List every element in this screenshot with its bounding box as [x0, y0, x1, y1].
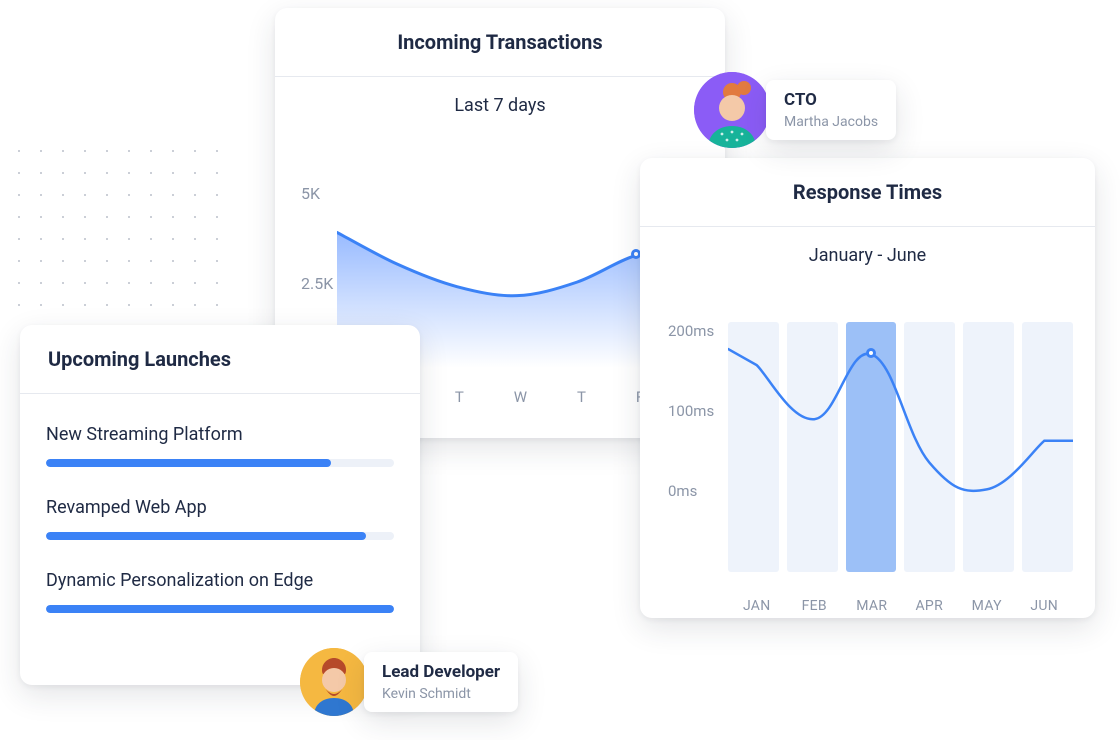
launch-progress-fill [46, 459, 331, 467]
launch-name: New Streaming Platform [46, 424, 394, 445]
person-badge-dev: Lead Developer Kevin Schmidt [300, 648, 518, 716]
launch-item: Dynamic Personalization on Edge [46, 558, 394, 631]
response-ytick-0: 0ms [668, 482, 714, 500]
launch-progress [46, 532, 394, 540]
incoming-ytick-5k: 5K [301, 184, 320, 203]
card-response-times: Response Times January - June 200ms 100m… [640, 158, 1095, 618]
response-chart: 200ms 100ms 0ms JANFEBMARAPRMAYJUN [640, 274, 1095, 618]
response-xlabel: APR [901, 598, 959, 614]
launch-item: New Streaming Platform [46, 412, 394, 485]
avatar-cto-illustration [694, 72, 770, 148]
incoming-ytick-2p5k: 2.5K [301, 274, 333, 293]
response-x-axis: JANFEBMARAPRMAYJUN [728, 598, 1073, 614]
avatar-cto [694, 72, 770, 148]
card-upcoming-launches: Upcoming Launches New Streaming Platform… [20, 325, 420, 685]
response-subtitle: January - June [640, 227, 1095, 274]
person-chip-cto: CTO Martha Jacobs [766, 80, 896, 140]
launches-title: Upcoming Launches [20, 325, 420, 394]
launch-item: Revamped Web App [46, 485, 394, 558]
dashboard-stage: Incoming Transactions Last 7 days 5K 2.5… [0, 0, 1120, 740]
response-xlabel: JAN [728, 598, 786, 614]
incoming-subtitle: Last 7 days [275, 77, 725, 124]
response-ytick-200: 200ms [668, 322, 714, 340]
response-title: Response Times [640, 158, 1095, 227]
person-chip-dev: Lead Developer Kevin Schmidt [364, 652, 518, 712]
response-xlabel: FEB [786, 598, 844, 614]
cto-role: CTO [784, 90, 878, 110]
response-y-axis: 200ms 100ms 0ms [668, 322, 714, 500]
response-xlabel: JUN [1016, 598, 1074, 614]
launch-progress [46, 459, 394, 467]
incoming-xlabel: T [455, 388, 464, 406]
dev-role: Lead Developer [382, 662, 500, 682]
response-xlabel: MAY [958, 598, 1016, 614]
response-line-svg [728, 322, 1073, 538]
incoming-xlabel: W [514, 388, 527, 406]
dev-name: Kevin Schmidt [382, 686, 500, 702]
cto-name: Martha Jacobs [784, 114, 878, 130]
response-ytick-100: 100ms [668, 402, 714, 420]
person-badge-cto: CTO Martha Jacobs [694, 72, 896, 148]
avatar-dev [300, 648, 368, 716]
launch-name: Dynamic Personalization on Edge [46, 570, 394, 591]
launch-name: Revamped Web App [46, 497, 394, 518]
avatar-dev-illustration [300, 648, 368, 716]
launches-list: New Streaming Platform Revamped Web App Dy… [20, 394, 420, 639]
launch-progress [46, 605, 394, 613]
incoming-title: Incoming Transactions [275, 8, 725, 77]
response-xlabel: MAR [843, 598, 901, 614]
launch-progress-fill [46, 605, 394, 613]
decorative-dot-grid [8, 140, 238, 320]
incoming-xlabel: T [577, 388, 586, 406]
launch-progress-fill [46, 532, 366, 540]
